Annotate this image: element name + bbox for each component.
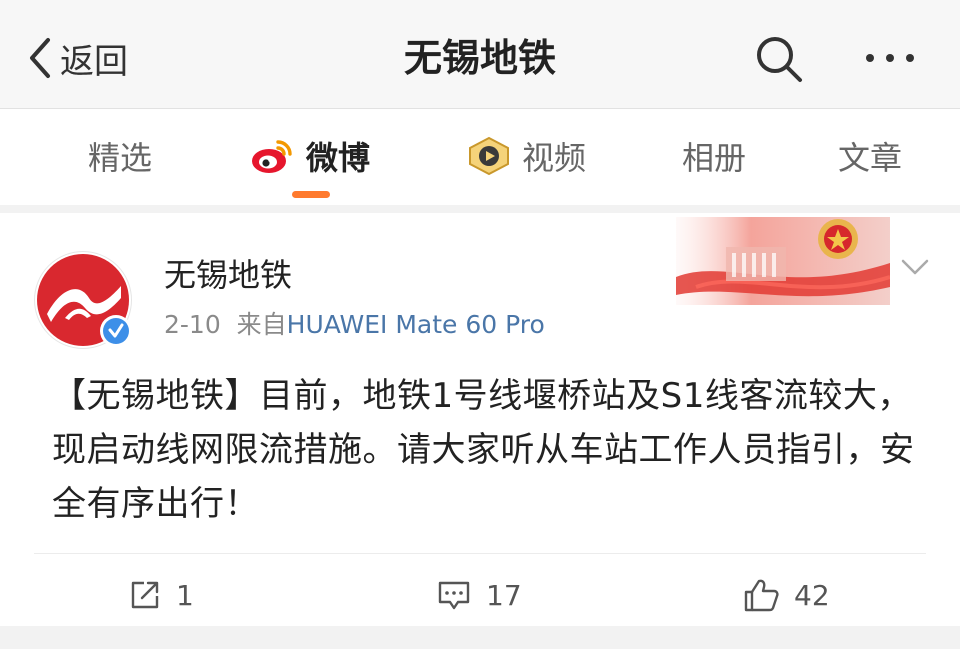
tab-weibo[interactable]: 微博	[250, 131, 370, 181]
comment-icon	[438, 581, 470, 610]
source-prefix: 来自	[236, 310, 287, 339]
tab-articles[interactable]: 文章	[838, 131, 902, 181]
like-button[interactable]: 42	[742, 575, 830, 615]
post-actions: 1 17 42	[0, 565, 960, 625]
post-source[interactable]: HUAWEI Mate 60 Pro	[287, 310, 545, 339]
tab-video[interactable]: 视频	[466, 131, 586, 181]
active-tab-indicator	[292, 191, 330, 198]
chevron-down-icon[interactable]	[900, 257, 930, 277]
nav-bar: 返回 无锡地铁	[0, 0, 960, 109]
tab-label: 精选	[88, 139, 153, 177]
post-text: 【无锡地铁】目前，地铁1号线堰桥站及S1线客流较大，现启动线网限流措施。请大家听…	[52, 376, 915, 524]
profile-tabs: 精选 微博 视频 相册 文章	[0, 109, 960, 205]
thumbs-up-icon	[744, 579, 779, 612]
video-badge-icon	[466, 136, 512, 176]
comment-count: 17	[486, 578, 522, 612]
more-icon[interactable]	[860, 36, 920, 80]
tab-label: 相册	[682, 139, 747, 177]
decorative-banner-icon	[676, 217, 890, 305]
tab-label: 视频	[522, 139, 587, 177]
section-divider	[0, 205, 960, 213]
divider	[34, 553, 926, 554]
verified-badge-icon	[100, 315, 132, 347]
page-title: 无锡地铁	[403, 36, 556, 80]
weibo-post: 无锡地铁 2-10 来自HUAWEI Mate 60 Pro 【无锡地铁】目前，…	[0, 213, 960, 649]
avatar[interactable]	[34, 251, 132, 349]
author-name[interactable]: 无锡地铁	[164, 253, 292, 297]
post-meta: 2-10 来自HUAWEI Mate 60 Pro	[164, 307, 545, 343]
search-icon[interactable]	[752, 32, 806, 86]
post-date: 2-10	[164, 310, 221, 339]
tab-featured[interactable]: 精选	[88, 131, 152, 181]
like-count: 42	[794, 578, 830, 612]
tab-label: 微博	[306, 139, 371, 177]
repost-button[interactable]: 1	[128, 575, 194, 615]
comment-button[interactable]: 17	[436, 575, 522, 615]
repost-count: 1	[176, 578, 194, 612]
tab-album[interactable]: 相册	[682, 131, 746, 181]
bottom-spacer	[0, 626, 960, 649]
tab-label: 文章	[838, 139, 903, 177]
weibo-logo-icon	[250, 136, 296, 176]
repost-icon	[131, 581, 159, 609]
